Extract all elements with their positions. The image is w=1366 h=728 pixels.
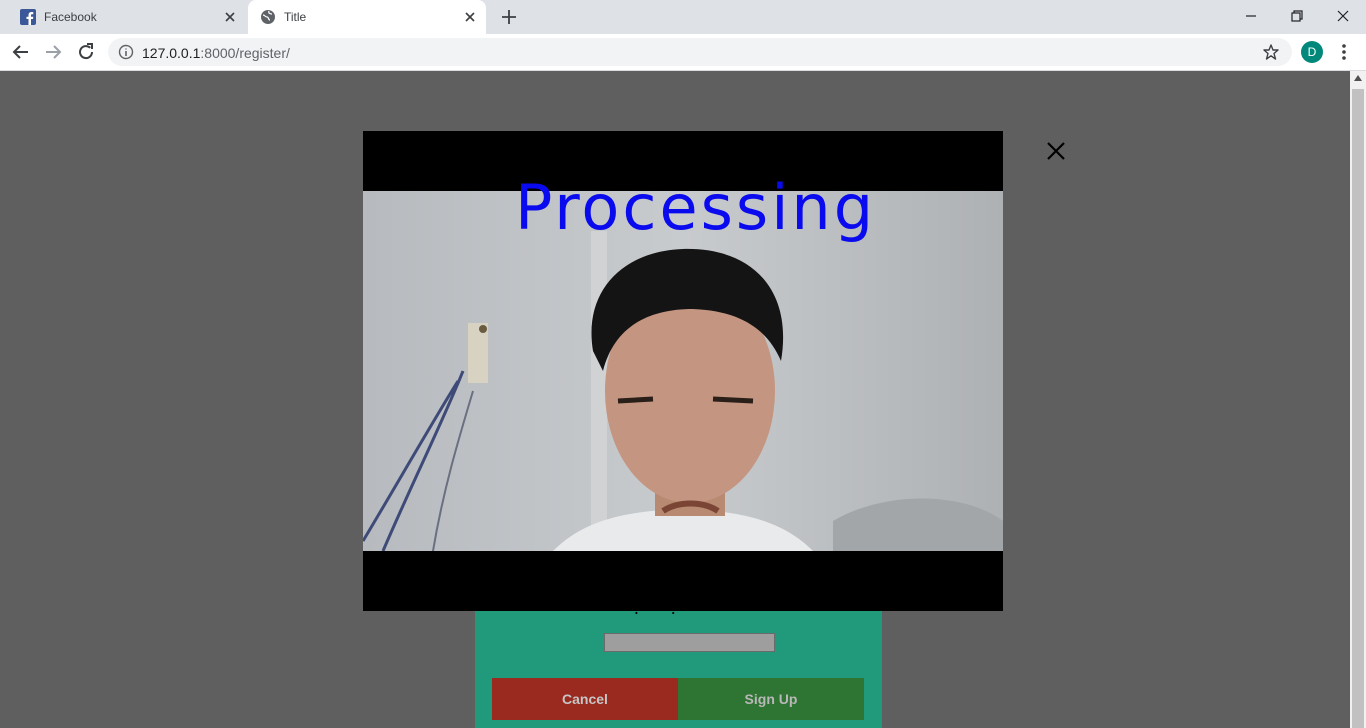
reload-icon[interactable] [75, 41, 97, 63]
tab-title: Facebook [44, 10, 97, 24]
tab-title: Title [284, 10, 307, 24]
close-icon[interactable] [1045, 140, 1067, 162]
globe-icon [261, 10, 275, 24]
bookmark-star-icon[interactable] [1262, 43, 1280, 61]
cancel-button[interactable]: Cancel [492, 678, 678, 720]
url-host: 127.0.0.1 [142, 45, 201, 61]
scroll-up-arrow-icon[interactable] [1354, 75, 1362, 81]
new-tab-icon[interactable] [500, 8, 518, 26]
browser-toolbar: 127.0.0.1:8000/register/ D [0, 34, 1366, 71]
register-form: Số điện thoại Cancel Sign Up [475, 600, 882, 728]
url-path: :8000/register/ [200, 45, 290, 61]
tab-strip: Facebook Title [0, 0, 1366, 34]
close-tab-icon[interactable] [222, 9, 238, 25]
facebook-icon [20, 9, 36, 25]
site-info-icon[interactable] [118, 44, 134, 60]
url-text: 127.0.0.1:8000/register/ [142, 45, 290, 61]
more-menu-icon[interactable] [1336, 41, 1352, 63]
address-bar[interactable]: 127.0.0.1:8000/register/ [108, 38, 1292, 66]
processing-overlay-text: Processing [515, 171, 877, 244]
webcam-image [363, 191, 1003, 551]
minimize-icon[interactable] [1239, 4, 1263, 28]
restore-icon[interactable] [1285, 4, 1309, 28]
close-tab-icon[interactable] [462, 9, 478, 25]
sign-up-button[interactable]: Sign Up [678, 678, 864, 720]
scrollbar-thumb[interactable] [1352, 89, 1364, 728]
forward-icon[interactable] [42, 41, 64, 63]
webcam-feed [363, 191, 1003, 551]
tab-title-active[interactable]: Title [248, 0, 486, 34]
back-icon[interactable] [10, 41, 32, 63]
tab-facebook[interactable]: Facebook [8, 0, 246, 34]
close-window-icon[interactable] [1331, 4, 1355, 28]
camera-modal: Processing [363, 131, 1003, 611]
scrollbar[interactable] [1350, 71, 1366, 728]
profile-avatar[interactable]: D [1301, 41, 1323, 63]
phone-input[interactable] [604, 633, 775, 652]
